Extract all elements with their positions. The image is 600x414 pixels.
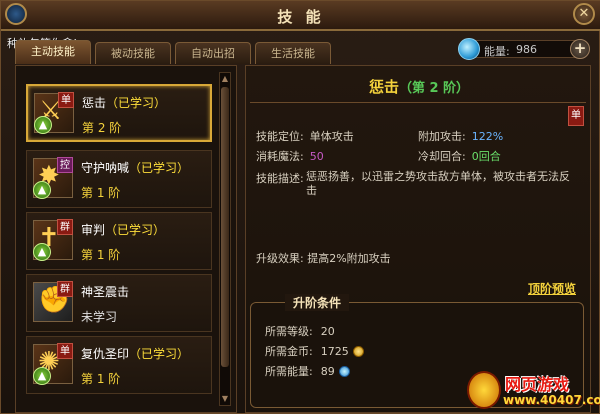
group-badge: 群 xyxy=(57,281,73,297)
site-watermark: 网页游戏 www.40407.com xyxy=(467,369,600,413)
req-gold: 所需金币: 1725 xyxy=(265,343,364,359)
add-energy-button[interactable]: + xyxy=(570,39,590,59)
top-rank-preview-link[interactable]: 顶阶预览 xyxy=(528,280,576,297)
energy-gem-icon xyxy=(338,366,350,377)
skill-level: 第 1 阶 xyxy=(81,372,121,386)
tab-active-skills[interactable]: 主动技能 xyxy=(15,40,91,64)
energy-label: 能量: xyxy=(484,45,510,58)
requirements-title: 升阶条件 xyxy=(285,294,350,311)
skill-window: 技 能 ✕ 种礼包等你拿! 主动技能 被动技能 自动出招 生活技能 能量: 98… xyxy=(0,0,600,414)
skill-name: 神圣震击 xyxy=(81,285,130,299)
desc-label: 技能描述: xyxy=(256,172,304,185)
title-bar: 技 能 ✕ xyxy=(1,1,600,31)
upgrade-arrow-icon[interactable]: ▲ xyxy=(33,243,51,261)
single-target-badge: 单 xyxy=(568,106,584,126)
mascot-logo xyxy=(467,371,501,409)
upgrade-effect: 升级效果: 提高2%附加攻击 xyxy=(256,252,391,265)
skill-level: 第 1 阶 xyxy=(81,186,121,200)
energy-display: 能量: 986 + xyxy=(458,38,590,60)
skill-description: 惩恶扬善，以迅雷之势攻击敌方单体，被攻击者无法反击 xyxy=(306,170,570,197)
upgrade-arrow-icon[interactable]: ▲ xyxy=(33,367,51,385)
skill-name: 惩击（已学习） xyxy=(82,96,167,110)
skill-detail-panel: 惩击（第 2 阶） 单 技能定位: 单体攻击 附加攻击: 122% 消耗魔法: 50 … xyxy=(245,65,591,413)
skill-card-fuchou[interactable]: ✺ 单 ▲ 复仇圣印（已学习） 第 1 阶 xyxy=(26,336,212,394)
skill-name: 守护呐喊（已学习） xyxy=(81,161,190,175)
gold-coin-icon xyxy=(352,346,364,357)
skill-card-shouhu[interactable]: ✸ 控 ▲ 守护呐喊（已学习） 第 1 阶 xyxy=(26,150,212,208)
upgrade-arrow-icon[interactable]: ▲ xyxy=(33,181,51,199)
skill-list-panel: ⚔ 单 ▲ 惩击（已学习） 第 2 阶 ✸ 控 ▲ 守护呐喊（已学习） 第 1 … xyxy=(15,65,237,413)
tab-life-skills[interactable]: 生活技能 xyxy=(255,42,331,64)
scroll-thumb[interactable] xyxy=(221,87,229,367)
detail-title: 惩击（第 2 阶） xyxy=(368,78,470,96)
skill-card-chengji[interactable]: ⚔ 单 ▲ 惩击（已学习） 第 2 阶 xyxy=(26,84,212,142)
close-button[interactable]: ✕ xyxy=(573,3,595,25)
upgrade-arrow-icon[interactable]: ▲ xyxy=(34,116,52,134)
attr-positioning: 技能定位: 单体攻击 xyxy=(256,130,354,143)
divider xyxy=(250,102,586,103)
window-title: 技 能 xyxy=(277,8,325,26)
skill-name: 审判（已学习） xyxy=(81,223,166,237)
single-target-badge: 单 xyxy=(57,343,73,359)
scroll-up-icon[interactable]: ▲ xyxy=(220,74,230,84)
skill-card-shenpan[interactable]: ✝ 群 ▲ 审判（已学习） 第 1 阶 xyxy=(26,212,212,270)
energy-value: 986 xyxy=(516,43,537,56)
req-energy: 所需能量: 89 xyxy=(265,363,350,379)
tab-passive-skills[interactable]: 被动技能 xyxy=(95,42,171,64)
attr-extra-attack: 附加攻击: 122% xyxy=(418,130,504,143)
attr-cooldown: 冷却回合: 0回合 xyxy=(418,150,501,163)
single-target-badge: 单 xyxy=(58,92,74,108)
energy-orb-icon xyxy=(458,38,480,60)
skill-name: 复仇圣印（已学习） xyxy=(81,347,190,361)
skill-level: 未学习 xyxy=(81,310,118,324)
attr-mana-cost: 消耗魔法: 50 xyxy=(256,150,324,163)
watermark-title: 网页游戏 xyxy=(505,375,570,394)
watermark-url: www.40407.com xyxy=(503,393,600,407)
tab-auto-attack[interactable]: 自动出招 xyxy=(175,42,251,64)
group-badge: 群 xyxy=(57,219,73,235)
req-level: 所需等级: 20 xyxy=(265,325,335,338)
scroll-down-icon[interactable]: ▼ xyxy=(220,394,230,404)
skill-card-shensheng[interactable]: ✊ 群 神圣震击 未学习 xyxy=(26,274,212,332)
skill-level: 第 1 阶 xyxy=(81,248,121,262)
skill-level: 第 2 阶 xyxy=(82,121,122,135)
control-badge: 控 xyxy=(57,157,73,173)
skill-list-scrollbar[interactable]: ▲ ▼ xyxy=(219,72,231,406)
